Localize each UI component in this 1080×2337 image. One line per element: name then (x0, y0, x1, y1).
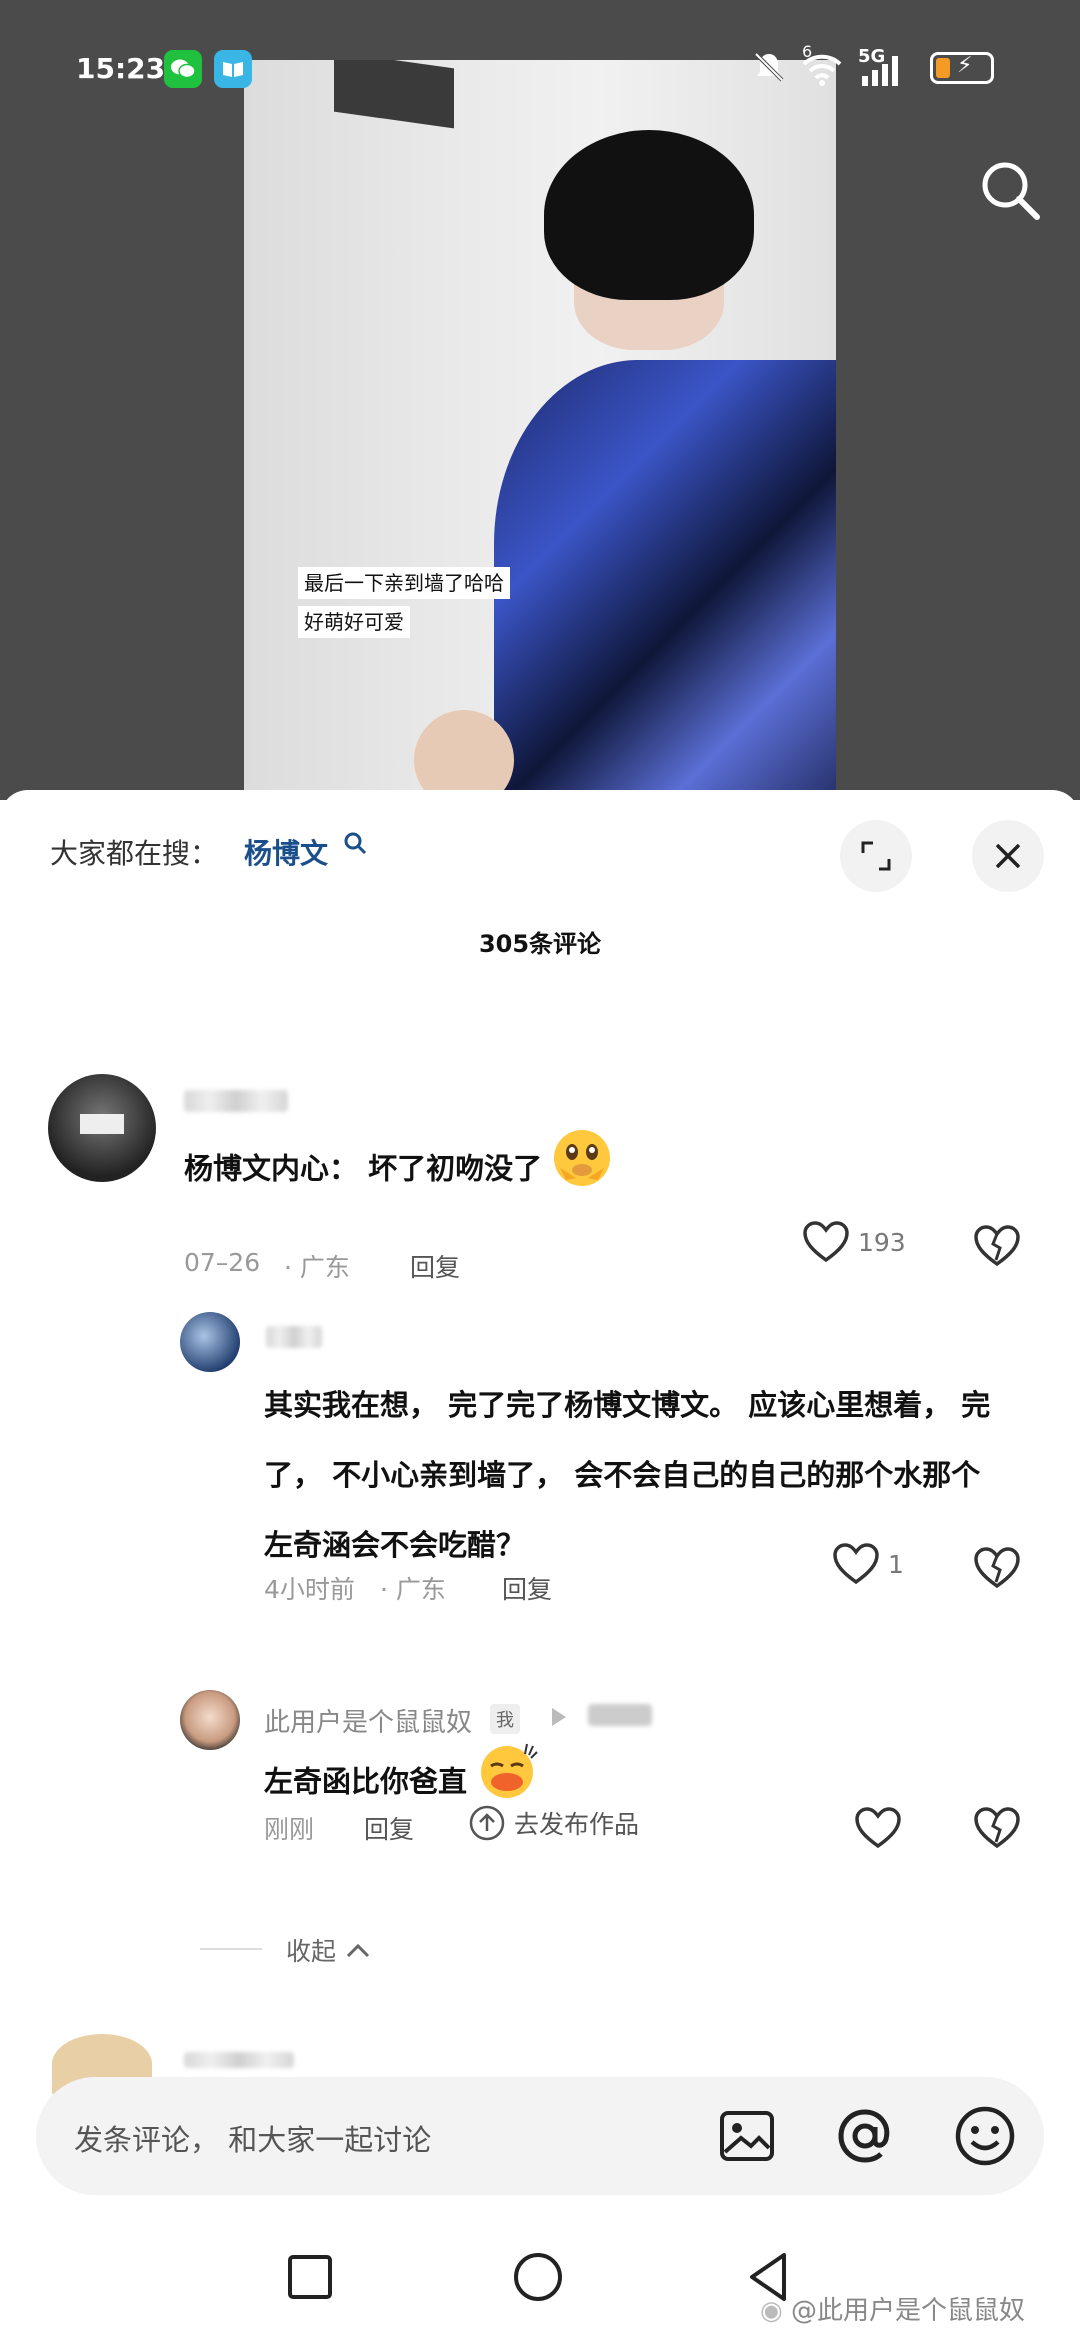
heart-icon (855, 1807, 901, 1849)
weibo-logo-icon: ◉ (760, 2296, 791, 2326)
chevron-up-icon (346, 1943, 370, 1958)
square-icon (288, 2255, 332, 2299)
video-person-hand (414, 710, 514, 800)
mention-icon[interactable] (830, 2101, 900, 2171)
me-tag: 我 (490, 1704, 520, 1734)
reply-arrow-icon (548, 1706, 570, 1732)
reply-time: 刚刚 (264, 1815, 315, 1844)
reply-avatar[interactable] (180, 1312, 240, 1372)
mute-bell-icon (752, 50, 786, 91)
video-subtitle-line1: 最后一下亲到墙了哈哈 (298, 567, 510, 599)
comment-input-bar[interactable]: 发条评论， 和大家一起讨论 (36, 2077, 1044, 2195)
video-player[interactable] (244, 60, 836, 800)
next-comment-username-blurred[interactable] (184, 2052, 294, 2068)
home-button[interactable] (508, 2247, 568, 2307)
like-button[interactable]: 193 (802, 1220, 906, 1264)
wifi-icon: 6 (800, 42, 844, 93)
crying-pleading-emoji (552, 1128, 612, 1213)
reply-username-blurred[interactable] (266, 1326, 322, 1348)
dislike-button[interactable] (972, 1806, 1022, 1854)
reply-button[interactable]: 回复 (364, 1810, 414, 1846)
image-icon[interactable] (712, 2101, 782, 2171)
expand-button[interactable] (840, 820, 912, 892)
cellular-signal-icon: 5G (858, 46, 918, 93)
broken-heart-icon (974, 1225, 1020, 1267)
broken-heart-icon (974, 1807, 1020, 1849)
like-button[interactable]: 1 (832, 1542, 904, 1586)
dislike-button[interactable] (972, 1546, 1022, 1594)
like-count: 1 (888, 1549, 904, 1579)
comment-username-blurred[interactable] (184, 1090, 288, 1112)
status-bar: 15:23 6 5G ⚡ (0, 0, 1080, 130)
avatar[interactable] (48, 1074, 156, 1182)
reply-button[interactable]: 回复 (410, 1248, 460, 1284)
search-icon[interactable] (975, 155, 1045, 225)
video-subtitle-line2: 好萌好可爱 (298, 606, 410, 638)
collapse-divider (200, 1948, 262, 1950)
comment-date: 07–26 (184, 1248, 261, 1277)
reply-target-username-blurred[interactable] (588, 1704, 652, 1726)
hot-search-icon[interactable] (342, 830, 368, 862)
close-button[interactable] (972, 820, 1044, 892)
broken-heart-icon (974, 1547, 1020, 1589)
reply-text: 其实我在想， 完了完了杨博文博文。 应该心里想着， 完 了， 不小心亲到墙了， … (264, 1370, 1044, 1580)
my-avatar[interactable] (180, 1690, 240, 1750)
reply-username[interactable]: 此用户是个鼠鼠奴 (264, 1702, 472, 1739)
comment-text: 杨博文内心： 坏了初吻没了 (184, 1128, 612, 1213)
status-time: 15:23 (76, 52, 166, 85)
collapse-button[interactable]: 收起 (286, 1932, 372, 1968)
emoji-picker-icon[interactable] (950, 2101, 1020, 2171)
upload-circle-icon (469, 1805, 505, 1841)
network-type-label: 5G (858, 46, 886, 67)
recent-apps-button[interactable] (280, 2247, 340, 2307)
publish-work-button[interactable]: 去发布作品 (468, 1804, 639, 1842)
video-person-hair (544, 130, 754, 300)
comment-location: · 广东 (284, 1253, 350, 1282)
reply-text-content: 左奇函比你爸直 (264, 1764, 468, 1799)
comment-count-title: 305条评论 (478, 930, 602, 958)
publish-work-label: 去发布作品 (514, 1810, 640, 1839)
comment-input-placeholder[interactable]: 发条评论， 和大家一起讨论 (74, 2117, 431, 2159)
circle-icon (514, 2253, 562, 2301)
wifi-badge: 6 (802, 42, 813, 61)
video-person-body (494, 360, 836, 800)
reply-text-line1: 其实我在想， 完了完了杨博文博文。 应该心里想着， 完 (264, 1388, 991, 1422)
like-count: 193 (858, 1227, 906, 1257)
reply-button[interactable]: 回复 (502, 1570, 552, 1606)
close-icon (995, 843, 1021, 869)
reply-time: 4小时前 (264, 1575, 355, 1604)
heart-icon (803, 1221, 849, 1263)
like-button[interactable] (854, 1806, 902, 1850)
book-app-icon (214, 50, 252, 88)
hot-search-term[interactable]: 杨博文 (244, 832, 328, 872)
battery-icon: ⚡ (930, 52, 994, 84)
collapse-label: 收起 (286, 1937, 337, 1966)
expand-icon (861, 841, 891, 871)
weibo-watermark: ◉ @此用户是个鼠鼠奴 (760, 2290, 1025, 2327)
reply-text-line2: 了， 不小心亲到墙了， 会不会自己的自己的那个水那个 (264, 1458, 981, 1492)
heart-icon (833, 1543, 879, 1585)
dislike-button[interactable] (972, 1224, 1022, 1272)
wechat-icon (164, 50, 202, 88)
watermark-text: @此用户是个鼠鼠奴 (790, 2296, 1025, 2326)
comment-text-content: 杨博文内心： 坏了初吻没了 (184, 1151, 543, 1186)
reply-location: · 广东 (380, 1575, 446, 1604)
hot-search-label: 大家都在搜： (50, 837, 219, 870)
